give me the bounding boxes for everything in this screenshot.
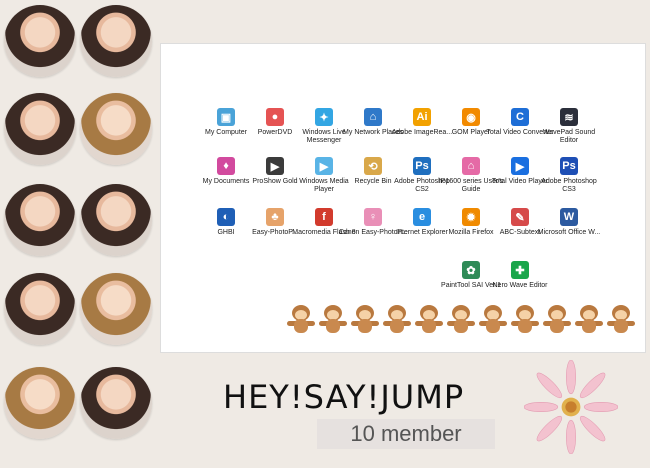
ip1600-icon: ⌂: [462, 157, 480, 175]
gom-player-icon: ◉: [462, 108, 480, 126]
canon-icon: ♀: [364, 208, 382, 226]
photoshop-icon: Ps: [413, 157, 431, 175]
banner-title: HEY!SAY!JUMP: [223, 378, 465, 416]
monkey-decoration: [319, 305, 347, 335]
desktop-icon-nero-wave-editor[interactable]: ✚ Nero Wave Editor: [485, 261, 555, 290]
avatar: [80, 184, 152, 256]
photoprint-icon: ♣: [266, 208, 284, 226]
recycle-bin-icon: ⟲: [364, 157, 382, 175]
documents-icon: ♦: [217, 157, 235, 175]
photoshop-cs3-icon: Ps: [560, 157, 578, 175]
ghbi-icon: ◐: [217, 208, 235, 226]
powerdvd-icon: ●: [266, 108, 284, 126]
monkey-decoration: [575, 305, 603, 335]
desktop-icon-label: WavePad Sound Editor: [542, 129, 596, 144]
firefox-icon: ✹: [462, 208, 480, 226]
video-converter-icon: C: [511, 108, 529, 126]
monkey-decoration: [479, 305, 507, 335]
sai-icon: ✿: [462, 261, 480, 279]
monkey-decoration: [383, 305, 411, 335]
avatar: [4, 367, 76, 439]
avatar: [4, 184, 76, 256]
network-icon: ⌂: [364, 108, 382, 126]
computer-icon: ▣: [217, 108, 235, 126]
avatar: [80, 5, 152, 77]
monkey-decoration: [287, 305, 315, 335]
desktop-icon-label: Adobe Photoshop CS3: [541, 178, 597, 193]
nero-icon: ✚: [511, 261, 529, 279]
video-player-icon: ▶: [511, 157, 529, 175]
monkey-decoration: [543, 305, 571, 335]
monkey-decoration: [447, 305, 475, 335]
word-icon: W: [560, 208, 578, 226]
avatar: [80, 273, 152, 345]
desktop-icon-photoshop-cs3[interactable]: Ps Adobe Photoshop CS3: [534, 157, 604, 194]
avatar: [4, 5, 76, 77]
wavepad-icon: ≋: [560, 108, 578, 126]
avatar: [80, 93, 152, 165]
monkey-decoration: [351, 305, 379, 335]
desktop-icon-label: Nero Wave Editor: [492, 282, 548, 289]
monkey-decoration: [511, 305, 539, 335]
banner-subtitle: 10 member: [317, 419, 495, 449]
abc-icon: ✎: [511, 208, 529, 226]
imageready-icon: Ai: [413, 108, 431, 126]
avatar: [4, 93, 76, 165]
flash-icon: f: [315, 208, 333, 226]
ie-icon: e: [413, 208, 431, 226]
avatar: [80, 367, 152, 439]
media-player-icon: ▶: [315, 157, 333, 175]
monkey-decoration: [415, 305, 443, 335]
desktop-icon-label: Microsoft Office W...: [537, 229, 601, 236]
flower-decoration: [524, 360, 618, 454]
avatar: [4, 273, 76, 345]
proshow-icon: ▶: [266, 157, 284, 175]
monkey-decoration: [607, 305, 635, 335]
messenger-icon: ✦: [315, 108, 333, 126]
desktop-panel: ▣ My Computer ● PowerDVD ✦ Windows Live …: [160, 43, 646, 353]
avatar-grid: [0, 0, 160, 468]
desktop-icon-wavepad[interactable]: ≋ WavePad Sound Editor: [534, 108, 604, 145]
desktop-icon-microsoft-word[interactable]: W Microsoft Office W...: [534, 208, 604, 237]
